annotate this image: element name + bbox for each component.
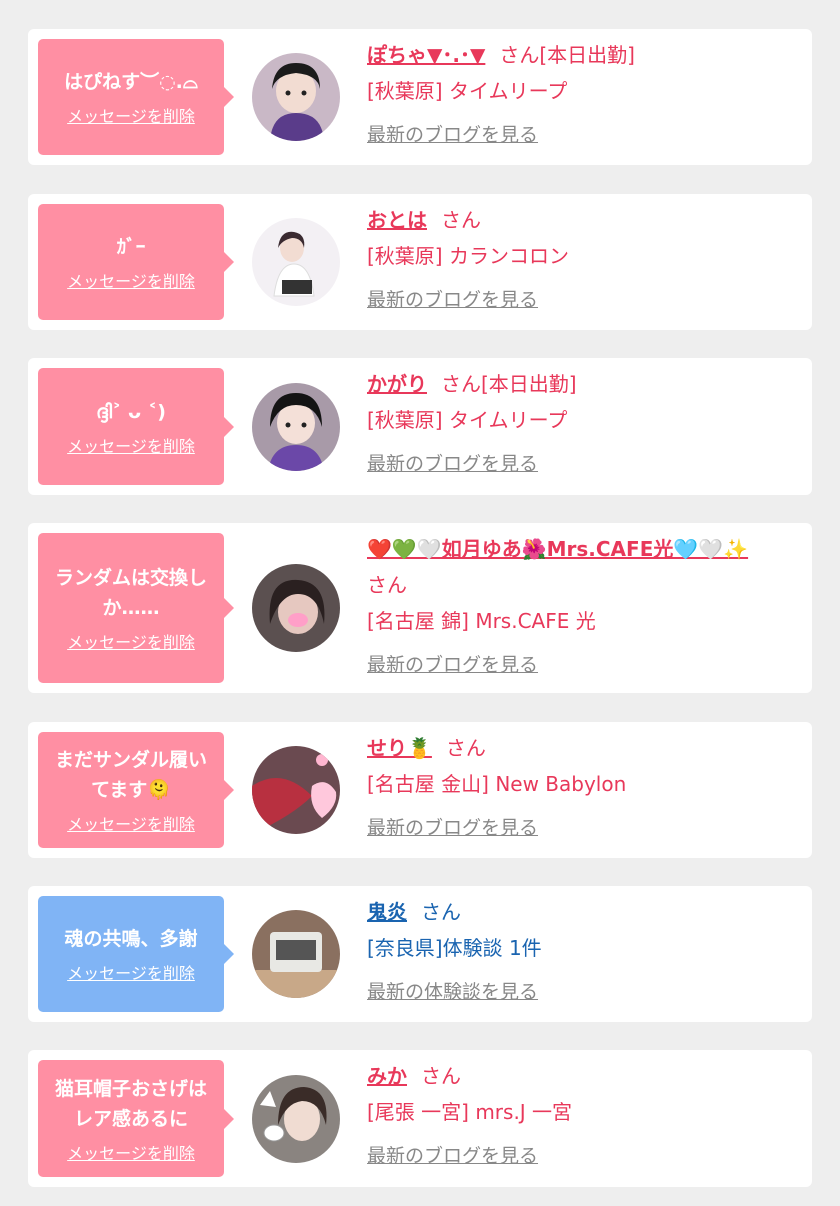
shop-label: [名古屋 錦] Mrs.CAFE 光 xyxy=(367,609,596,633)
honorific: さん xyxy=(441,208,481,232)
avatar[interactable] xyxy=(252,910,340,998)
message-card: ദ്ദി˃ ᴗ ˂) メッセージを削除 かがり さん[本日出勤] [秋葉原] タイ… xyxy=(28,358,812,495)
message-text: まだサンダル履いてます🫠 xyxy=(54,749,207,801)
honorific: さん xyxy=(421,1064,461,1088)
sender-name-link[interactable]: 鬼炎 xyxy=(367,900,407,924)
shop-label: [奈良県]体験談 1件 xyxy=(367,936,542,960)
latest-blog-link[interactable]: 最新のブログを見る xyxy=(367,810,538,846)
latest-blog-link[interactable]: 最新のブログを見る xyxy=(367,446,538,482)
avatar[interactable] xyxy=(252,218,340,306)
message-text: はぴねす︶◌.⌓ xyxy=(64,71,198,93)
honorific: さん xyxy=(367,573,407,597)
message-info: ぽちゃ▼･.･▼ さん[本日出勤] [秋葉原] タイムリープ 最新のブログを見る xyxy=(367,37,797,153)
message-info: おとは さん [秋葉原] カランコロン 最新のブログを見る xyxy=(367,202,797,318)
sender-name-link[interactable]: かがり xyxy=(367,372,427,396)
message-text: ｶﾞｰ xyxy=(116,236,146,258)
shop-label: [秋葉原] タイムリープ xyxy=(367,408,568,432)
message-bubble: 魂の共鳴、多謝 メッセージを削除 xyxy=(38,896,234,1012)
message-info: 鬼炎 さん [奈良県]体験談 1件 最新の体験談を見る xyxy=(367,894,797,1010)
message-text: ランダムは交換しか…… xyxy=(54,567,207,619)
message-card: ランダムは交換しか…… メッセージを削除 ❤️💚🤍如月ゆあ🌺Mrs.CAFE光🩵… xyxy=(28,523,812,693)
delete-message-link[interactable]: メッセージを削除 xyxy=(67,103,195,127)
honorific: さん[本日出勤] xyxy=(441,372,577,396)
message-info: ❤️💚🤍如月ゆあ🌺Mrs.CAFE光🩵🤍✨ さん [名古屋 錦] Mrs.CAFE… xyxy=(367,531,797,683)
message-text: 猫耳帽子おさげはレア感あるに xyxy=(54,1077,207,1130)
message-info: かがり さん[本日出勤] [秋葉原] タイムリープ 最新のブログを見る xyxy=(367,366,797,482)
message-text: 魂の共鳴、多謝 xyxy=(64,928,198,950)
message-text: ദ്ദി˃ ᴗ ˂) xyxy=(96,400,166,423)
honorific: さん xyxy=(445,736,486,760)
sender-name-link[interactable]: みか xyxy=(367,1064,407,1088)
message-bubble: はぴねす︶◌.⌓ メッセージを削除 xyxy=(38,39,234,155)
sender-name-link[interactable]: せり🍍 xyxy=(367,736,432,760)
sender-name-link[interactable]: ぽちゃ▼･.･▼ xyxy=(367,43,485,67)
latest-blog-link[interactable]: 最新のブログを見る xyxy=(367,282,538,318)
message-card: はぴねす︶◌.⌓ メッセージを削除 ぽちゃ▼･.･▼ さん[本日出勤] [秋葉原]… xyxy=(28,29,812,165)
message-card: まだサンダル履いてます🫠 メッセージを削除 せり🍍 さん [名古屋 金山] New… xyxy=(28,722,812,858)
message-bubble: ランダムは交換しか…… メッセージを削除 xyxy=(38,533,234,683)
latest-blog-link[interactable]: 最新のブログを見る xyxy=(367,647,538,683)
message-bubble: まだサンダル履いてます🫠 メッセージを削除 xyxy=(38,732,234,848)
message-card: 魂の共鳴、多謝 メッセージを削除 鬼炎 さん [奈良県]体験談 1件 最新の体験談… xyxy=(28,886,812,1022)
avatar[interactable] xyxy=(252,1075,340,1163)
latest-blog-link[interactable]: 最新のブログを見る xyxy=(367,117,538,153)
delete-message-link[interactable]: メッセージを削除 xyxy=(67,433,195,457)
message-info: みか さん [尾張 一宮] mrs.J 一宮 最新のブログを見る xyxy=(367,1058,797,1174)
delete-message-link[interactable]: メッセージを削除 xyxy=(67,1140,195,1164)
delete-message-link[interactable]: メッセージを削除 xyxy=(67,960,195,984)
message-card: ｶﾞｰ メッセージを削除 おとは さん [秋葉原] カランコロン 最新のブログを見… xyxy=(28,194,812,330)
message-bubble: 猫耳帽子おさげはレア感あるに メッセージを削除 xyxy=(38,1060,234,1177)
shop-label: [秋葉原] タイムリープ xyxy=(367,79,568,103)
shop-label: [秋葉原] カランコロン xyxy=(367,244,569,268)
message-card: 猫耳帽子おさげはレア感あるに メッセージを削除 みか さん [尾張 一宮] mrs… xyxy=(28,1050,812,1187)
avatar[interactable] xyxy=(252,53,340,141)
sender-name-link[interactable]: おとは xyxy=(367,208,427,232)
avatar[interactable] xyxy=(252,383,340,471)
delete-message-link[interactable]: メッセージを削除 xyxy=(67,268,195,292)
avatar[interactable] xyxy=(252,564,340,652)
avatar[interactable] xyxy=(252,746,340,834)
honorific: さん[本日出勤] xyxy=(499,43,635,67)
latest-review-link[interactable]: 最新の体験談を見る xyxy=(367,974,538,1010)
sender-name-link[interactable]: ❤️💚🤍如月ゆあ🌺Mrs.CAFE光🩵🤍✨ xyxy=(367,537,748,561)
shop-label: [尾張 一宮] mrs.J 一宮 xyxy=(367,1100,573,1124)
delete-message-link[interactable]: メッセージを削除 xyxy=(67,629,195,653)
delete-message-link[interactable]: メッセージを削除 xyxy=(67,811,195,835)
message-bubble: ദ്ദി˃ ᴗ ˂) メッセージを削除 xyxy=(38,368,234,485)
message-info: せり🍍 さん [名古屋 金山] New Babylon 最新のブログを見る xyxy=(367,730,797,846)
shop-label: [名古屋 金山] New Babylon xyxy=(367,772,627,796)
latest-blog-link[interactable]: 最新のブログを見る xyxy=(367,1138,538,1174)
message-bubble: ｶﾞｰ メッセージを削除 xyxy=(38,204,234,320)
honorific: さん xyxy=(421,900,461,924)
